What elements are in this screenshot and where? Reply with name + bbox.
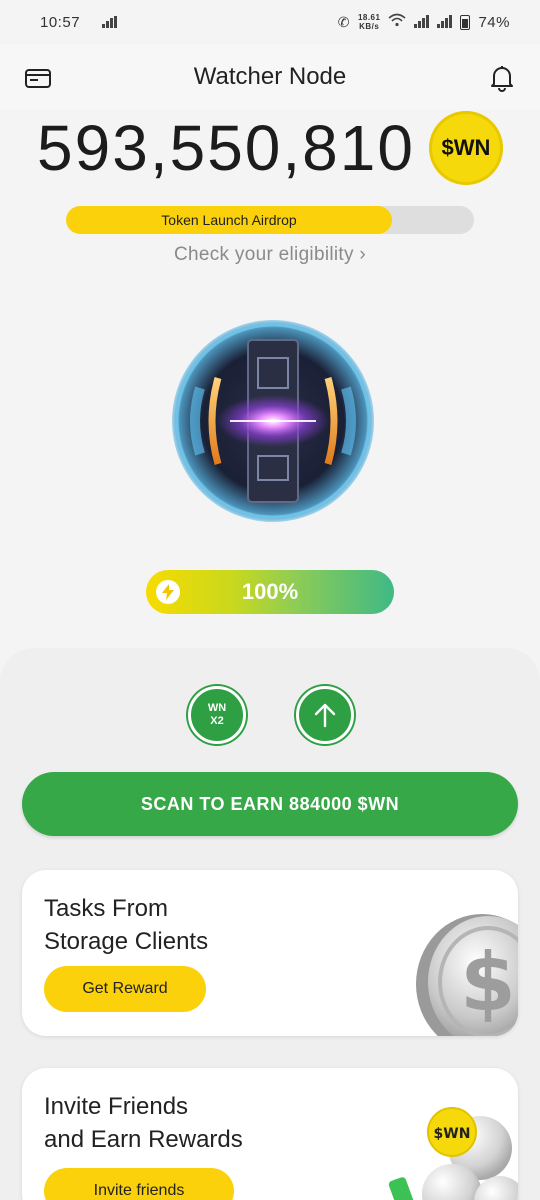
lightning-icon xyxy=(156,580,180,604)
status-time: 10:57 xyxy=(40,13,81,31)
token-balance: 593,550,810 xyxy=(37,112,415,184)
get-reward-button[interactable]: Get Reward xyxy=(44,966,206,1012)
scan-to-earn-button[interactable]: SCAN TO EARN 884000 $WN xyxy=(22,772,518,836)
invite-friends-button[interactable]: Invite friends xyxy=(44,1168,234,1200)
node-orb-image[interactable] xyxy=(170,318,376,524)
cell-signal-icon xyxy=(414,15,430,28)
airdrop-progress-bar[interactable]: Token Launch Airdrop xyxy=(66,206,474,234)
signal-activity-icon xyxy=(102,16,118,28)
tasks-card-title: Tasks From Storage Clients xyxy=(44,895,209,955)
upgrade-button[interactable] xyxy=(296,686,354,744)
check-eligibility-link[interactable]: Check your eligibility › xyxy=(0,244,540,266)
boost-line2: X2 xyxy=(210,715,224,727)
net-speed-unit: KB/s xyxy=(359,22,380,31)
battery-icon xyxy=(460,14,471,30)
eligibility-text: Check your eligibility xyxy=(173,244,354,265)
call-icon: ✆ xyxy=(337,13,350,30)
bell-icon[interactable] xyxy=(486,62,518,94)
wallet-icon[interactable] xyxy=(22,62,54,94)
arrow-up-icon xyxy=(314,703,336,728)
coin-label: $WN xyxy=(441,135,491,160)
invite-card-title: Invite Friends and Earn Rewards xyxy=(44,1093,243,1153)
status-bar: 10:57 ✆ 18.61 KB/s 74% xyxy=(0,0,540,44)
boost-line1: WN xyxy=(207,702,227,714)
net-speed-value: 18.61 xyxy=(357,13,381,22)
chevron-right-icon: › xyxy=(359,244,366,265)
invite-coin-label: $WN xyxy=(434,1126,471,1142)
wifi-icon xyxy=(388,13,406,31)
airdrop-label: Token Launch Airdrop xyxy=(161,212,297,228)
app-header: Watcher Node xyxy=(0,44,540,110)
wn-coin-icon: $WN xyxy=(428,111,503,185)
energy-value: 100% xyxy=(241,579,299,604)
dollar-coin-icon: $ xyxy=(416,914,518,1036)
tasks-card[interactable]: Tasks From Storage Clients Get Reward $ xyxy=(22,870,518,1036)
svg-text:$: $ xyxy=(460,936,516,1029)
energy-bar: 100% xyxy=(146,570,394,614)
balance-row: 593,550,810 $WN xyxy=(0,111,540,185)
invite-card[interactable]: Invite Friends and Earn Rewards Invite f… xyxy=(22,1068,518,1200)
cell-signal-2-icon xyxy=(437,15,453,28)
boost-x2-button[interactable]: WN X2 xyxy=(188,686,246,744)
page-title: Watcher Node xyxy=(193,63,347,90)
net-speed: 18.61 KB/s xyxy=(358,13,381,31)
friends-spheres-icon: $WN xyxy=(388,1107,518,1200)
battery-percent: 74% xyxy=(478,13,510,31)
